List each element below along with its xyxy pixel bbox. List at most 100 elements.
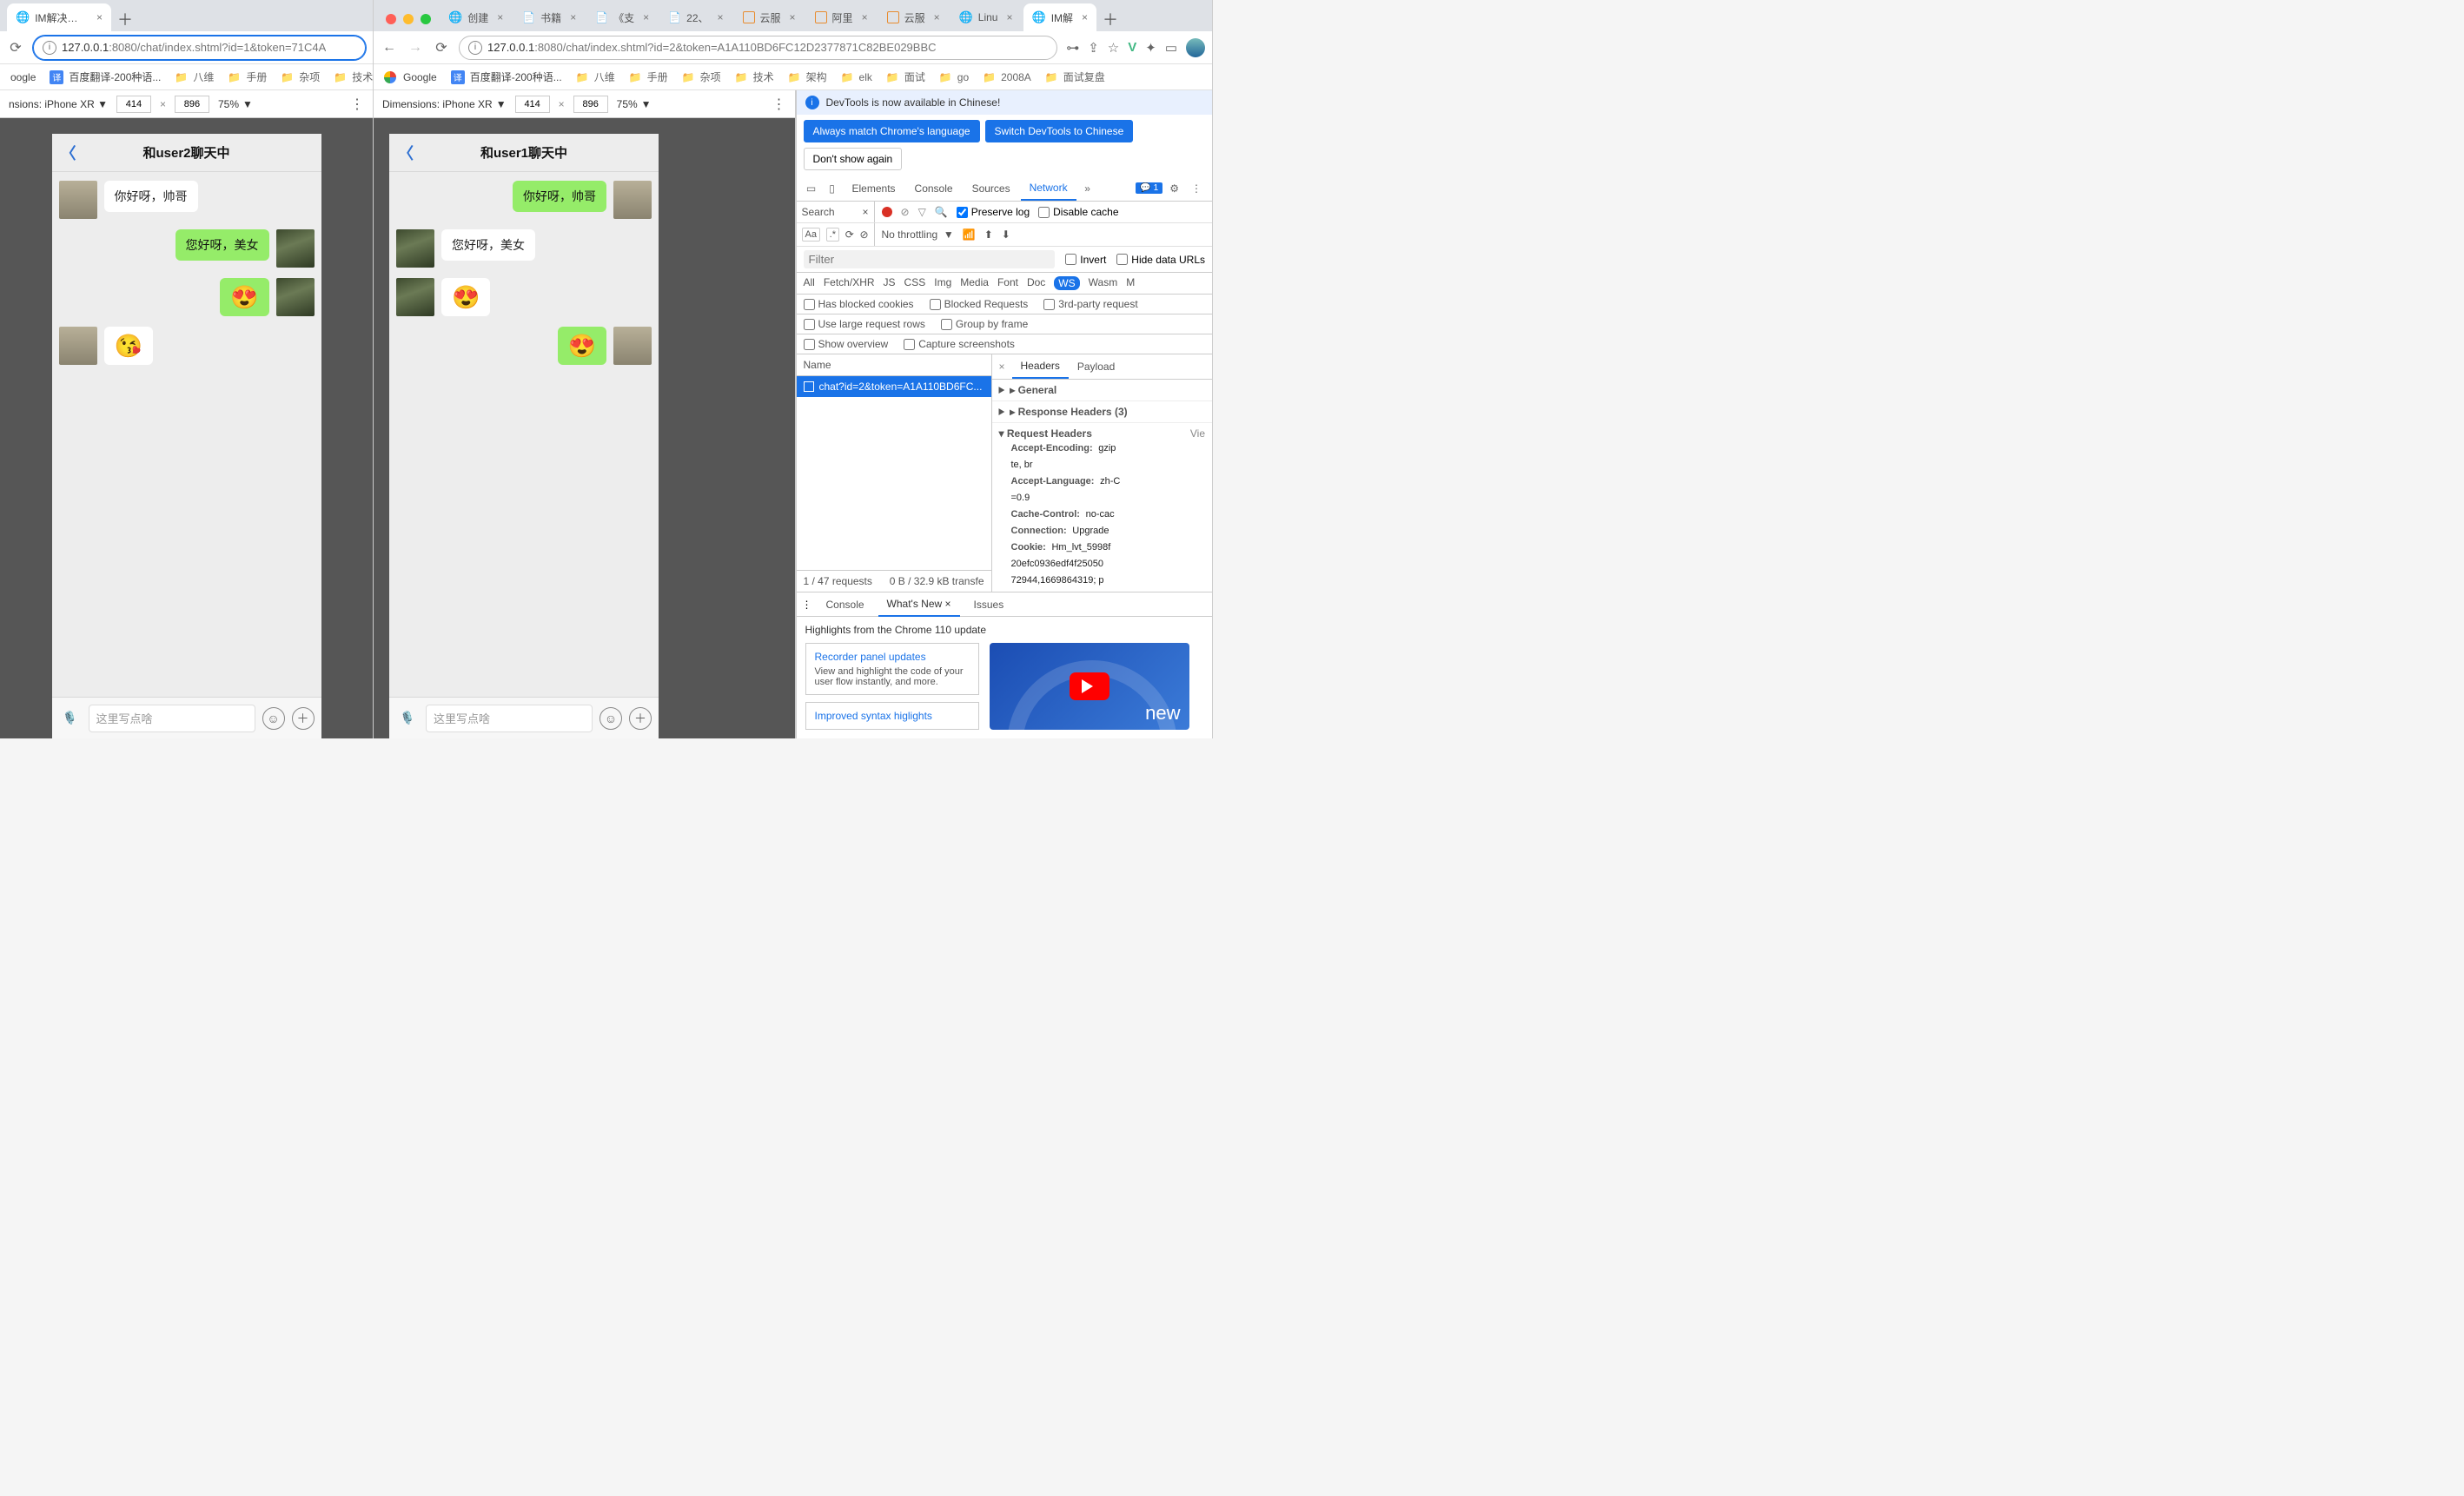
bookmark-folder[interactable]: 杂项 [275, 68, 325, 86]
site-info-icon[interactable]: i [43, 41, 56, 55]
card-title[interactable]: Improved syntax higlights [815, 710, 932, 722]
panel-tab-active[interactable]: Network [1021, 176, 1076, 201]
browser-tab[interactable]: 云服× [734, 3, 805, 31]
address-bar[interactable]: i 127.0.0.1:8080/chat/index.shtml?id=2&t… [459, 36, 1057, 60]
message-input[interactable]: 这里写点啥 [426, 705, 593, 732]
key-icon[interactable]: ⊶ [1066, 40, 1079, 56]
new-tab-button[interactable]: ＋ [1098, 7, 1123, 31]
detail-tab[interactable]: Payload [1069, 355, 1123, 378]
bookmark-folder[interactable]: 面试 [881, 68, 931, 86]
close-icon[interactable]: × [945, 598, 951, 610]
close-icon[interactable]: × [862, 11, 868, 23]
settings-icon[interactable]: ⚙ [1169, 182, 1179, 195]
bookmark-folder[interactable]: 2008A [977, 70, 1037, 85]
site-info-icon[interactable]: i [468, 41, 482, 55]
download-icon[interactable]: ⬇ [1002, 228, 1010, 241]
reading-list-icon[interactable]: ▭ [1165, 40, 1177, 56]
filter-type-active[interactable]: WS [1054, 276, 1079, 290]
reload-icon[interactable]: ⟳ [7, 39, 24, 56]
reload-icon[interactable]: ⟳ [433, 39, 450, 56]
add-icon[interactable]: ＋ [292, 707, 315, 730]
browser-tab[interactable]: Linu× [950, 3, 1022, 31]
more-tabs-icon[interactable]: » [1078, 182, 1097, 195]
filter-type[interactable]: All [804, 276, 815, 290]
match-case-icon[interactable]: Aa [802, 228, 820, 242]
device-select[interactable]: Dimensions: iPhone XR ▼ [382, 98, 507, 110]
close-icon[interactable]: × [934, 11, 940, 23]
back-icon[interactable]: 〈 [61, 142, 76, 164]
height-input[interactable] [573, 96, 608, 113]
bookmark-folder[interactable]: 架构 [783, 68, 832, 86]
filter-type[interactable]: Img [934, 276, 951, 290]
show-overview-checkbox[interactable]: Show overview [804, 338, 889, 350]
filter-type[interactable]: Font [997, 276, 1018, 290]
clear-icon[interactable]: ⊘ [901, 206, 910, 218]
browser-tab[interactable]: 云服× [878, 3, 949, 31]
upload-icon[interactable]: ⬆ [984, 228, 993, 241]
filter-type[interactable]: Wasm [1089, 276, 1118, 290]
back-icon[interactable]: 〈 [398, 142, 414, 164]
request-item-selected[interactable]: chat?id=2&token=A1A110BD6FC... [797, 376, 991, 397]
filter-input[interactable] [804, 250, 1056, 268]
browser-tab[interactable]: IM解决方案 × [7, 3, 111, 31]
back-icon[interactable]: ← [381, 40, 398, 56]
height-input[interactable] [175, 96, 209, 113]
voice-icon[interactable]: 🎙️ [59, 707, 82, 730]
group-by-frame-checkbox[interactable]: Group by frame [941, 318, 1028, 330]
inspect-icon[interactable]: ▭ [802, 182, 821, 195]
browser-tab[interactable]: 创建× [440, 3, 512, 31]
width-input[interactable] [515, 96, 550, 113]
browser-tab[interactable]: 22、× [659, 3, 732, 31]
bookmark-item[interactable]: oogle [5, 70, 41, 85]
more-icon[interactable]: ⋮ [772, 96, 786, 113]
wifi-icon[interactable]: 📶 [963, 228, 976, 241]
news-card[interactable]: Recorder panel updates View and highligh… [805, 643, 979, 695]
regex-icon[interactable]: .* [826, 228, 839, 242]
bookmark-item[interactable]: 译百度翻译-200种语... [44, 68, 166, 86]
filter-icon[interactable]: ▽ [918, 206, 926, 218]
filter-type[interactable]: JS [884, 276, 896, 290]
search-pane[interactable]: Search × [797, 202, 875, 222]
new-tab-button[interactable]: ＋ [113, 7, 137, 31]
bookmark-item[interactable]: Google [379, 70, 442, 85]
close-icon[interactable]: × [790, 11, 796, 23]
bookmark-item[interactable]: 译百度翻译-200种语... [446, 68, 567, 86]
panel-tab[interactable]: Elements [844, 177, 904, 200]
browser-tab[interactable]: 《支× [586, 3, 658, 31]
refresh-icon[interactable]: ⟳ [845, 228, 854, 241]
close-icon[interactable]: × [1006, 11, 1012, 23]
bookmark-folder[interactable]: 八维 [169, 68, 219, 86]
browser-tab[interactable]: 书籍× [513, 3, 585, 31]
profile-avatar[interactable] [1186, 38, 1205, 57]
bookmark-folder[interactable]: go [934, 70, 974, 85]
address-bar[interactable]: i 127.0.0.1:8080/chat/index.shtml?id=1&t… [33, 36, 366, 60]
zoom-select[interactable]: 75% ▼ [617, 98, 652, 110]
bookmark-folder[interactable]: 八维 [571, 68, 620, 86]
chat-body[interactable]: 你好呀，帅哥 您好呀，美女 😍 😘 [52, 172, 321, 697]
filter-type[interactable]: Fetch/XHR [824, 276, 875, 290]
close-icon[interactable]: × [570, 11, 576, 23]
drawer-tab[interactable]: Console [818, 593, 873, 616]
throttling-select[interactable]: No throttling ▼ [882, 228, 954, 241]
zoom-select[interactable]: 75% ▼ [218, 98, 253, 110]
preserve-log-checkbox[interactable]: Preserve log [957, 206, 1030, 218]
match-language-button[interactable]: Always match Chrome's language [804, 120, 980, 142]
vue-devtools-icon[interactable]: V [1128, 40, 1136, 55]
video-thumbnail[interactable]: new [990, 643, 1189, 730]
record-icon[interactable] [882, 207, 892, 217]
blocked-cookies-checkbox[interactable]: Has blocked cookies [804, 298, 914, 310]
emoji-icon[interactable]: ☺ [599, 707, 622, 730]
drawer-tab[interactable]: Issues [965, 593, 1013, 616]
close-icon[interactable]: × [96, 11, 103, 23]
large-rows-checkbox[interactable]: Use large request rows [804, 318, 925, 330]
filter-type[interactable]: Media [960, 276, 989, 290]
browser-tab[interactable]: 阿里× [806, 3, 877, 31]
maximize-window-icon[interactable] [421, 14, 431, 24]
play-icon[interactable] [1070, 672, 1109, 700]
more-icon[interactable]: ⋮ [1191, 182, 1202, 195]
close-icon[interactable]: × [718, 11, 724, 23]
blocked-requests-checkbox[interactable]: Blocked Requests [930, 298, 1029, 310]
search-icon[interactable]: 🔍 [935, 206, 948, 218]
browser-tab-active[interactable]: IM解× [1023, 3, 1097, 31]
filter-type[interactable]: CSS [904, 276, 926, 290]
